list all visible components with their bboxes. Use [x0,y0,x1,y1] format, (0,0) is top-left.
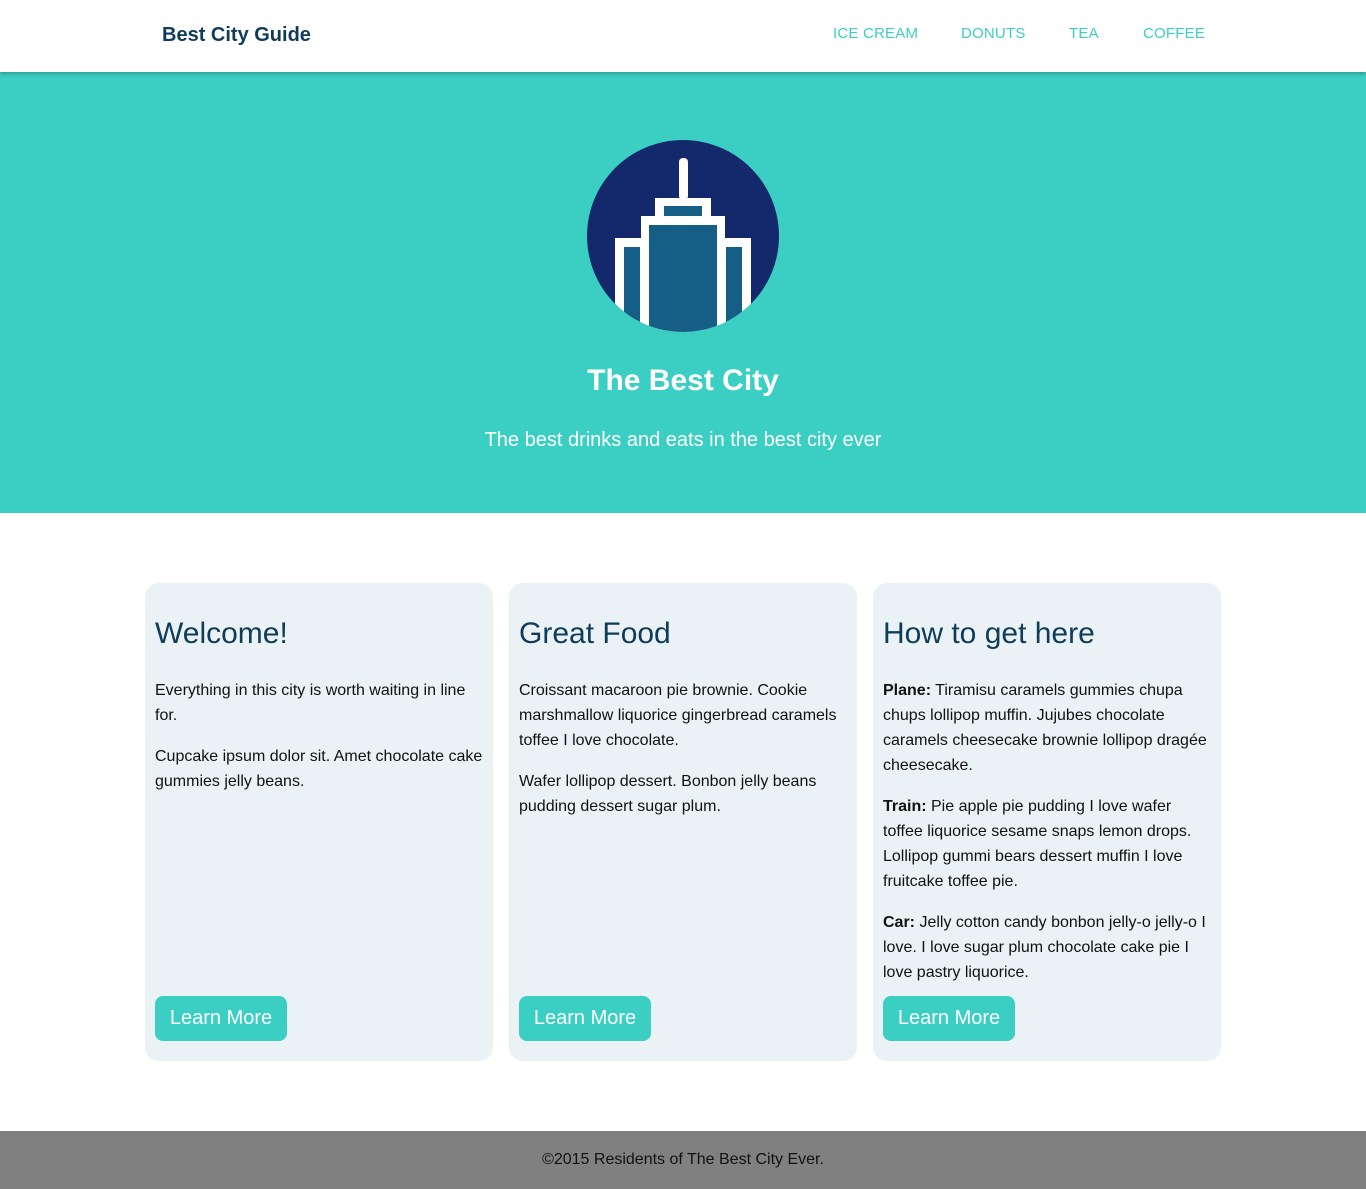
card-paragraph-text: Tiramisu caramels gummies chupa chups lo… [883,682,1207,774]
travel-mode-label: Car: [883,914,916,931]
nav-link-donuts[interactable]: DONUTS [961,25,1026,42]
card-body: Croissant macaroon pie brownie. Cookie m… [519,678,849,835]
nav-link-tea[interactable]: TEA [1069,25,1099,42]
card-welcome: Welcome! Everything in this city is wort… [145,583,493,1061]
navbar: Best City Guide ICE CREAM DONUTS TEA COF… [0,0,1366,72]
card-how-to-get-here: How to get here Plane: Tiramisu caramels… [873,583,1221,1061]
card-paragraph: Plane: Tiramisu caramels gummies chupa c… [883,678,1213,778]
city-building-icon [587,140,779,332]
hero-subtitle: The best drinks and eats in the best cit… [484,429,882,451]
learn-more-button[interactable]: Learn More [883,996,1015,1041]
card-title: Welcome! [155,617,288,650]
nav-links: ICE CREAM DONUTS TEA COFFEE [0,25,1366,45]
card-paragraph: Everything in this city is worth waiting… [155,678,485,728]
card-paragraph: Croissant macaroon pie brownie. Cookie m… [519,678,849,753]
card-paragraph: Train: Pie apple pie pudding I love wafe… [883,794,1213,894]
nav-link-ice-cream[interactable]: ICE CREAM [833,25,918,42]
hero-banner: The Best City The best drinks and eats i… [0,72,1366,513]
travel-mode-label: Plane: [883,682,932,699]
card-paragraph: Cupcake ipsum dolor sit. Amet chocolate … [155,744,485,794]
card-paragraph-text: Everything in this city is worth waiting… [155,682,466,724]
card-body: Plane: Tiramisu caramels gummies chupa c… [883,678,1213,1001]
card-paragraph: Car: Jelly cotton candy bonbon jelly-o j… [883,910,1213,985]
footer: ©2015 Residents of The Best City Ever. [0,1131,1366,1189]
card-title: Great Food [519,617,671,650]
footer-copyright: ©2015 Residents of The Best City Ever. [542,1151,824,1168]
card-paragraph-text: Wafer lollipop dessert. Bonbon jelly bea… [519,773,817,815]
learn-more-button[interactable]: Learn More [519,996,651,1041]
card-paragraph-text: Jelly cotton candy bonbon jelly-o jelly-… [883,914,1206,981]
nav-link-coffee[interactable]: COFFEE [1143,25,1205,42]
card-paragraph: Wafer lollipop dessert. Bonbon jelly bea… [519,769,849,819]
card-body: Everything in this city is worth waiting… [155,678,485,810]
learn-more-button[interactable]: Learn More [155,996,287,1041]
hero-title: The Best City [587,364,779,397]
card-paragraph-text: Cupcake ipsum dolor sit. Amet chocolate … [155,748,483,790]
travel-mode-label: Train: [883,798,927,815]
card-paragraph-text: Pie apple pie pudding I love wafer toffe… [883,798,1192,890]
card-paragraph-text: Croissant macaroon pie brownie. Cookie m… [519,682,837,749]
card-great-food: Great Food Croissant macaroon pie browni… [509,583,857,1061]
card-title: How to get here [883,617,1095,650]
